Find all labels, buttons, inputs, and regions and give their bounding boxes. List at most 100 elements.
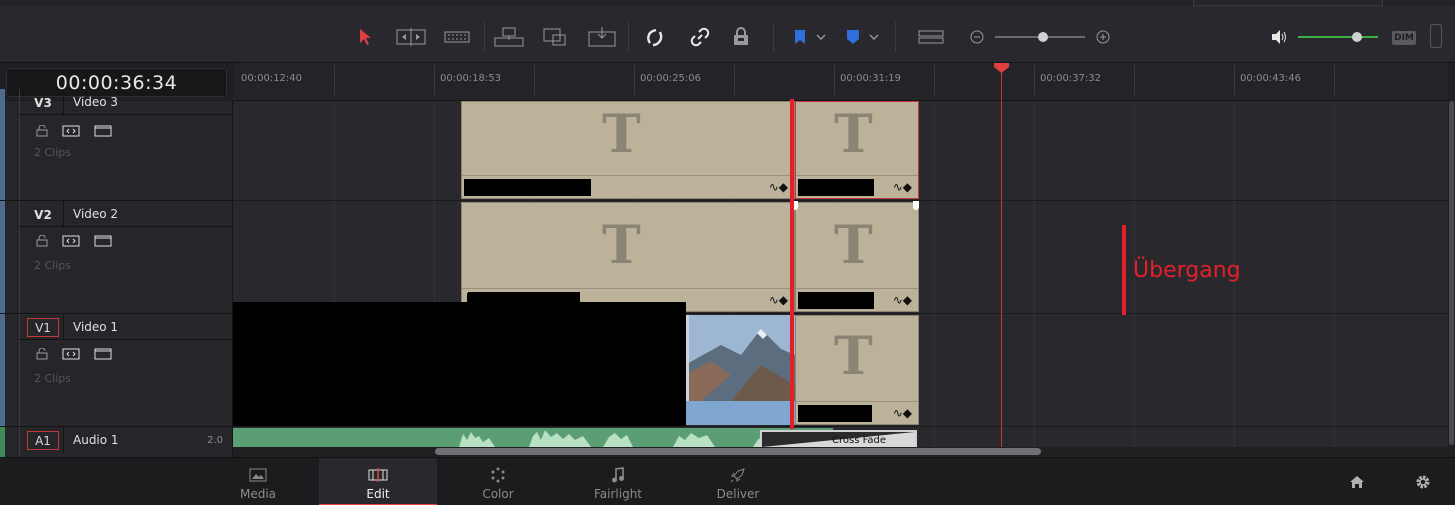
auto-select-icon[interactable] (62, 235, 80, 247)
title-clip[interactable]: T ∿◆ (461, 101, 795, 199)
clip-footer: ∿◆ (796, 401, 918, 424)
fairlight-icon (612, 467, 624, 483)
title-glyph: T (834, 215, 873, 276)
auto-select-icon[interactable] (62, 125, 80, 137)
track-name[interactable]: Video 3 (73, 95, 118, 109)
blade-tool-button[interactable] (443, 24, 471, 50)
header-divider (63, 201, 64, 227)
track-divider (233, 426, 1448, 427)
overwrite-clip-button[interactable] (542, 24, 568, 50)
keyframe-curve-icon[interactable]: ∿◆ (893, 180, 912, 194)
playhead-line[interactable] (1001, 63, 1002, 447)
page-tab-label: Media (239, 487, 277, 501)
scrollbar-thumb[interactable] (435, 448, 1041, 455)
timeline-view-options-button[interactable] (916, 24, 946, 50)
disable-track-icon[interactable] (94, 125, 112, 137)
ruler-label: 00:00:43:46 (1240, 73, 1302, 84)
page-tab-fairlight[interactable]: Fairlight (559, 458, 677, 505)
page-tab-color[interactable]: Color (439, 458, 557, 505)
clip-count: 2 Clips (34, 372, 72, 385)
select-icon (360, 29, 371, 45)
keyframe-curve-icon[interactable]: ∿◆ (769, 293, 788, 307)
track-headers: V3 Video 3 2 Clips V2 Video 2 2 Clips V1… (0, 89, 233, 457)
chevron-down-icon (869, 34, 879, 40)
track-tag[interactable]: A1 (27, 431, 59, 450)
position-lock-button[interactable] (729, 24, 753, 50)
insert-icon (494, 27, 524, 47)
auto-select-icon[interactable] (62, 348, 80, 360)
select-tool-button[interactable] (355, 24, 375, 50)
track-header-title-row: A1 Audio 1 (19, 427, 233, 453)
cross-fade-transition[interactable]: Cross Fade (760, 430, 917, 447)
timeline-ruler[interactable]: 00:00:12:40 00:00:18:53 00:00:25:06 00:0… (233, 63, 1448, 101)
horizontal-scrollbar[interactable] (233, 447, 1448, 457)
toolbar-separator (484, 22, 485, 52)
settings-icon[interactable] (1415, 474, 1431, 490)
linked-selection-button[interactable] (688, 24, 712, 50)
lock-track-icon[interactable] (36, 125, 48, 137)
track-controls (36, 125, 112, 137)
snapping-button[interactable] (643, 24, 667, 50)
track-header-v2[interactable]: V2 Video 2 2 Clips (0, 201, 233, 314)
edit-icon (368, 468, 388, 482)
track-tag[interactable]: V2 (27, 205, 59, 224)
volume-button[interactable] (1268, 24, 1290, 50)
keyframe-curve-icon[interactable]: ∿◆ (893, 406, 912, 420)
flag-dropdown[interactable] (790, 24, 830, 50)
title-clip[interactable]: T ∿◆ (795, 315, 919, 425)
ruler-tick (534, 65, 535, 95)
home-icon[interactable] (1349, 475, 1365, 489)
zoom-in-icon (1096, 30, 1110, 44)
ruler-tick (734, 65, 735, 95)
track-tag[interactable]: V1 (27, 318, 59, 337)
redacted-region (233, 302, 686, 426)
toolbar-right-handle[interactable] (1430, 24, 1442, 48)
disable-track-icon[interactable] (94, 348, 112, 360)
volume-slider-track[interactable] (1298, 36, 1378, 38)
disable-track-icon[interactable] (94, 235, 112, 247)
volume-slider-knob[interactable] (1352, 32, 1362, 42)
track-header-a1[interactable]: A1 Audio 1 2.0 (0, 427, 233, 457)
trim-tool-button[interactable] (395, 24, 427, 50)
marker-dropdown[interactable] (843, 24, 883, 50)
scrollbar-thumb[interactable] (1449, 101, 1454, 445)
clip-footer: ∿◆ (462, 175, 794, 198)
zoom-in-button[interactable] (1094, 24, 1112, 50)
zoom-slider-knob[interactable] (1038, 32, 1048, 42)
page-tab-edit[interactable]: Edit (319, 458, 437, 505)
page-tab-label: Fairlight (593, 487, 643, 501)
lock-track-icon[interactable] (36, 235, 48, 247)
keyframe-curve-icon[interactable]: ∿◆ (769, 180, 788, 194)
track-header-v1[interactable]: V1 Video 1 2 Clips (0, 314, 233, 427)
track-header-v3[interactable]: V3 Video 3 2 Clips (0, 89, 233, 201)
page-navigation: Media Edit Color Fairlight Deliver (0, 457, 1455, 505)
zoom-out-button[interactable] (968, 24, 986, 50)
cross-fade-label: Cross Fade (832, 435, 887, 446)
ruler-label: 00:00:31:19 (840, 73, 902, 84)
clip-footer: ∿◆ (796, 175, 918, 198)
insert-clip-button[interactable] (493, 24, 525, 50)
track-header-title-row: V3 Video 3 (19, 89, 233, 115)
replace-clip-button[interactable] (587, 24, 617, 50)
title-clip[interactable]: T ∿◆ (795, 202, 919, 312)
lock-track-icon[interactable] (36, 348, 48, 360)
ruler-label: 00:00:37:32 (1040, 73, 1102, 84)
vertical-scrollbar[interactable] (1448, 101, 1455, 447)
audio-clip[interactable] (233, 428, 833, 447)
track-tag[interactable]: V3 (27, 93, 59, 112)
edit-point-handle[interactable] (913, 201, 919, 210)
position-lock-icon (734, 27, 748, 45)
track-name[interactable]: Video 2 (73, 207, 118, 221)
chevron-down-icon (816, 34, 826, 40)
keyframe-curve-icon[interactable]: ∿◆ (893, 293, 912, 307)
track-name[interactable]: Audio 1 (73, 433, 119, 447)
page-tab-media[interactable]: Media (199, 458, 317, 505)
ruler-label: 00:00:25:06 (640, 73, 702, 84)
annotation-label: Übergang (1133, 258, 1241, 283)
page-tab-deliver[interactable]: Deliver (679, 458, 797, 505)
track-name[interactable]: Video 1 (73, 320, 118, 334)
dim-button[interactable]: DIM (1392, 31, 1416, 45)
page-tab-label: Color (482, 487, 514, 501)
ruler-tick (934, 65, 935, 95)
title-clip-selected[interactable]: T ∿◆ (795, 101, 919, 199)
